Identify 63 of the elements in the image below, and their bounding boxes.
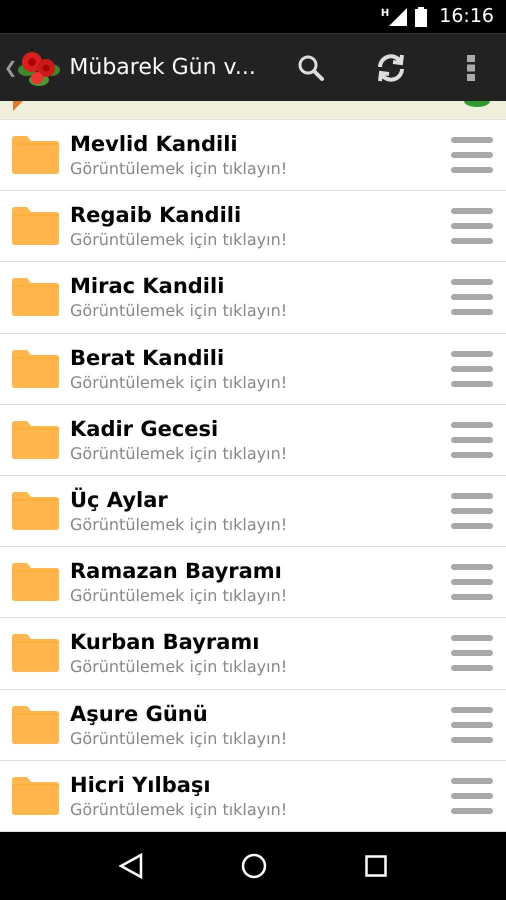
item-title: Mirac Kandili <box>70 273 226 300</box>
drag-handle-icon[interactable] <box>451 208 493 244</box>
folder-icon <box>12 350 59 388</box>
recents-icon[interactable] <box>365 855 387 877</box>
item-title: Aşure Günü <box>70 700 209 728</box>
back-icon[interactable] <box>119 853 143 879</box>
network-type: H <box>380 7 390 21</box>
drag-handle-icon[interactable] <box>451 706 493 743</box>
list-item[interactable]: Kadir Gecesi Görüntülemek için tıklayın! <box>0 404 506 476</box>
item-subtitle: Görüntülemek için tıklayın! <box>70 585 288 608</box>
app-title: Mübarek Gün v... <box>69 54 256 82</box>
search-icon <box>297 54 325 82</box>
item-title: Mevlid Kandili <box>70 131 239 158</box>
home-icon[interactable] <box>241 853 267 879</box>
drag-handle-icon[interactable] <box>451 422 493 458</box>
more-icon <box>467 54 475 80</box>
item-subtitle: Görüntülemek için tıklayın! <box>70 798 288 821</box>
drag-handle-icon[interactable] <box>451 279 493 316</box>
item-subtitle: Görüntülemek için tıklayın! <box>70 300 288 322</box>
item-title: Hicri Yılbaşı <box>70 772 212 799</box>
item-subtitle: Görüntülemek için tıklayın! <box>70 656 288 678</box>
drag-handle-icon[interactable] <box>451 350 493 387</box>
app-home-button[interactable]: ❮ <box>0 34 62 101</box>
list-item[interactable]: Regaib Kandili Görüntülemek için tıklayın! <box>0 191 506 262</box>
item-subtitle: Görüntülemek için tıklayın! <box>70 442 288 465</box>
list-item[interactable]: Mevlid Kandili Görüntülemek için tıklayın! <box>0 120 506 192</box>
item-title: Kurban Bayramı <box>70 629 261 656</box>
list-item[interactable]: Berat Kandili Görüntülemek için tıklayın! <box>0 334 506 405</box>
folder-icon <box>12 634 59 672</box>
item-title: Ramazan Bayramı <box>70 558 283 586</box>
drag-handle-icon[interactable] <box>451 635 493 672</box>
list-item[interactable]: Hicri Yılbaşı Görüntülemek için tıklayın! <box>0 760 506 832</box>
item-title: Üç Aylar <box>70 486 169 514</box>
list-item[interactable]: Mirac Kandili Görüntülemek için tıklayın! <box>0 262 506 334</box>
drag-handle-icon[interactable] <box>451 137 493 174</box>
item-title: Kadir Gecesi <box>70 416 220 443</box>
clock: 16:16 <box>439 4 494 30</box>
ad-badge-icon <box>464 101 490 107</box>
item-subtitle: Görüntülemek için tıklayın! <box>70 728 288 750</box>
folder-icon <box>12 278 59 316</box>
list-item[interactable]: Aşure Günü Görüntülemek için tıklayın! <box>0 690 506 761</box>
item-subtitle: Görüntülemek için tıklayın! <box>70 158 288 180</box>
folder-icon <box>12 207 59 246</box>
folder-icon <box>12 492 59 530</box>
battery-icon <box>415 6 428 26</box>
item-subtitle: Görüntülemek için tıklayın! <box>70 514 288 536</box>
drag-handle-icon[interactable] <box>451 778 493 814</box>
folder-icon <box>12 136 59 174</box>
folder-icon <box>12 420 59 459</box>
list-item[interactable]: Ramazan Bayramı Görüntülemek için tıklayın! <box>0 547 506 618</box>
triangle-icon <box>13 101 23 111</box>
list-item[interactable]: Kurban Bayramı Görüntülemek için tıklayın! <box>0 618 506 690</box>
drag-handle-icon[interactable] <box>451 493 493 530</box>
folder-icon <box>12 706 59 744</box>
folder-icon <box>12 776 59 815</box>
item-title: Berat Kandili <box>70 344 226 372</box>
signal-icon <box>389 8 408 26</box>
folder-icon <box>12 563 59 602</box>
item-subtitle: Görüntülemek için tıklayın! <box>70 229 288 252</box>
item-title: Regaib Kandili <box>70 202 242 230</box>
item-subtitle: Görüntülemek için tıklayın! <box>70 372 288 394</box>
drag-handle-icon[interactable] <box>451 564 493 600</box>
list-item[interactable]: Üç Aylar Görüntülemek için tıklayın! <box>0 476 506 548</box>
